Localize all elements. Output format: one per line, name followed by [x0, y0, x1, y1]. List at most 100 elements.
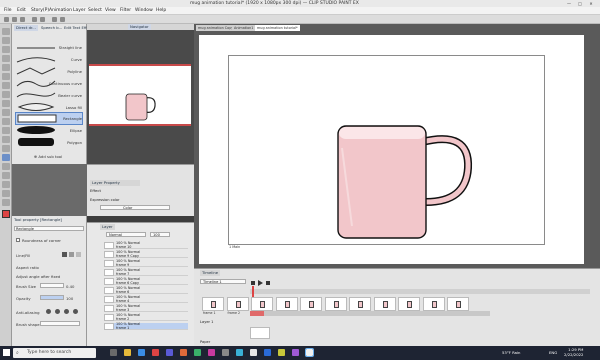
transform-icon[interactable]: [60, 17, 65, 22]
layer-row[interactable]: 100 % Normal frame 1: [104, 322, 188, 330]
anti-aliasing-weak-icon[interactable]: [55, 309, 60, 314]
balloon-tool-icon[interactable]: [2, 190, 10, 197]
expression-color-dropdown[interactable]: Color: [100, 205, 170, 210]
pen-tool-icon[interactable]: [2, 91, 10, 98]
auto-select-tool-icon[interactable]: [2, 73, 10, 80]
play-icon[interactable]: [258, 280, 263, 286]
app-icon-7[interactable]: [264, 349, 271, 356]
new-file-icon[interactable]: [4, 17, 9, 22]
redo-icon[interactable]: [40, 17, 45, 22]
app-icon-6[interactable]: [250, 349, 257, 356]
stop-icon[interactable]: [251, 281, 255, 285]
file-explorer-icon[interactable]: [124, 349, 131, 356]
layer-row[interactable]: 100 % Normal frame 4: [104, 295, 188, 303]
cel-thumbnail[interactable]: [275, 297, 298, 311]
layer-row[interactable]: 100 % Normal frame 6 Copy: [104, 277, 188, 285]
eraser-tool-icon[interactable]: [2, 127, 10, 134]
anti-aliasing-none-icon[interactable]: [46, 309, 51, 314]
ruler-tool-icon[interactable]: [2, 172, 10, 179]
clear-icon[interactable]: [52, 17, 57, 22]
correct-line-tool-icon[interactable]: [2, 199, 10, 206]
opacity-slider[interactable]: [40, 295, 64, 300]
timeline-ruler[interactable]: [250, 289, 590, 294]
layer-row[interactable]: 100 % Normal frame 3: [104, 304, 188, 312]
menu-story[interactable]: Story(P): [31, 8, 49, 13]
language-indicator[interactable]: ENG: [549, 350, 557, 355]
cel-thumbnail[interactable]: [251, 297, 273, 311]
layer-row[interactable]: 100 % Normal frame 2: [104, 313, 188, 321]
weather-widget[interactable]: 53°F Rain: [502, 350, 520, 355]
windows-start-icon[interactable]: [3, 349, 10, 356]
subtool-polygon[interactable]: Polygon: [16, 137, 82, 148]
subtool-continuous-curve[interactable]: Continuous curve: [16, 78, 82, 89]
cel-thumbnail[interactable]: [226, 297, 249, 311]
add-sub-tool-button[interactable]: ⊕ Add sub tool: [34, 154, 62, 159]
layer-row[interactable]: 100 % Normal frame 9 Copy: [104, 250, 188, 258]
layer-row[interactable]: 100 % Normal frame 7: [104, 268, 188, 276]
app-icon-9[interactable]: [292, 349, 299, 356]
cel-thumbnail[interactable]: [324, 297, 347, 311]
operation-tool-icon[interactable]: [2, 46, 10, 53]
close-button[interactable]: ✕: [588, 1, 594, 6]
zoom-tool-icon[interactable]: [2, 28, 10, 35]
app-icon-8[interactable]: [278, 349, 285, 356]
brush-size-slider[interactable]: [40, 283, 64, 288]
taskbar-clock[interactable]: 1:29 PM 2/22/2022: [564, 347, 583, 357]
main-color-swatch[interactable]: [2, 210, 10, 218]
line-icon[interactable]: [62, 252, 67, 257]
move-layer-tool-icon[interactable]: [2, 55, 10, 62]
app-icon-1[interactable]: [180, 349, 187, 356]
doc-tab-animation1[interactable]: Animation1: [232, 25, 256, 31]
tab-timeline[interactable]: Timeline: [200, 270, 221, 276]
subtool-rectangle[interactable]: Rectangle: [15, 112, 83, 125]
menu-view[interactable]: View: [105, 8, 116, 13]
roundness-checkbox[interactable]: [16, 238, 20, 242]
eyedropper-tool-icon[interactable]: [2, 82, 10, 89]
menu-animation[interactable]: Animation: [49, 8, 72, 13]
pencil-tool-icon[interactable]: [2, 100, 10, 107]
gradient-tool-icon[interactable]: [2, 145, 10, 152]
menu-select[interactable]: Select: [88, 8, 102, 13]
subtool-curve[interactable]: Curve: [16, 54, 82, 65]
tool-name-field[interactable]: Rectangle: [14, 226, 84, 231]
maximize-button[interactable]: □: [577, 1, 583, 6]
subtool-straight-line[interactable]: Straight line: [16, 42, 82, 53]
fill-icon[interactable]: [69, 252, 74, 257]
app-icon-4[interactable]: [222, 349, 229, 356]
teams-icon[interactable]: [166, 349, 173, 356]
anti-aliasing-strong-icon[interactable]: [73, 309, 78, 314]
tab-navigator[interactable]: Navigator: [128, 24, 151, 30]
subtool-ellipse[interactable]: Ellipse: [16, 125, 82, 136]
app-icon-2[interactable]: [194, 349, 201, 356]
undo-icon[interactable]: [32, 17, 37, 22]
task-view-icon[interactable]: [110, 349, 117, 356]
blend-mode-dropdown[interactable]: Normal: [106, 232, 146, 237]
menu-layer[interactable]: Layer: [73, 8, 86, 13]
tab-direct-draw[interactable]: Direct dr...: [14, 25, 38, 31]
layer-opacity-field[interactable]: 100: [150, 232, 170, 237]
tab-layer[interactable]: Layer: [100, 224, 115, 230]
minimize-button[interactable]: —: [566, 1, 572, 6]
cel-track[interactable]: [250, 311, 490, 316]
edge-icon[interactable]: [138, 349, 145, 356]
timeline-selector[interactable]: Timeline 1: [200, 279, 246, 284]
layer-row[interactable]: 100 % Normal frame 9: [104, 259, 188, 267]
fill-tool-icon[interactable]: [2, 136, 10, 143]
tab-speech-balloon[interactable]: Speech b...: [39, 25, 62, 31]
cel-thumbnail[interactable]: [202, 297, 224, 311]
cel-thumbnail[interactable]: [422, 297, 445, 311]
app-icon-5[interactable]: [236, 349, 243, 356]
selection-tool-icon[interactable]: [2, 64, 10, 71]
menu-edit[interactable]: Edit: [17, 8, 26, 13]
subtool-lasso-fill[interactable]: Lasso fill: [16, 102, 82, 113]
layer-row[interactable]: 100 % Normal frame 10: [104, 241, 188, 249]
next-frame-icon[interactable]: [266, 281, 270, 285]
airbrush-tool-icon[interactable]: [2, 118, 10, 125]
layer-row[interactable]: 100 % Normal frame 6: [104, 286, 188, 294]
menu-window[interactable]: Window: [135, 8, 153, 13]
cel-thumbnail[interactable]: [373, 297, 396, 311]
brush-tool-icon[interactable]: [2, 109, 10, 116]
doc-tab-mug-animation-copy[interactable]: mug animation Copy: [196, 25, 236, 31]
menu-file[interactable]: File: [4, 8, 12, 13]
save-icon[interactable]: [20, 17, 25, 22]
